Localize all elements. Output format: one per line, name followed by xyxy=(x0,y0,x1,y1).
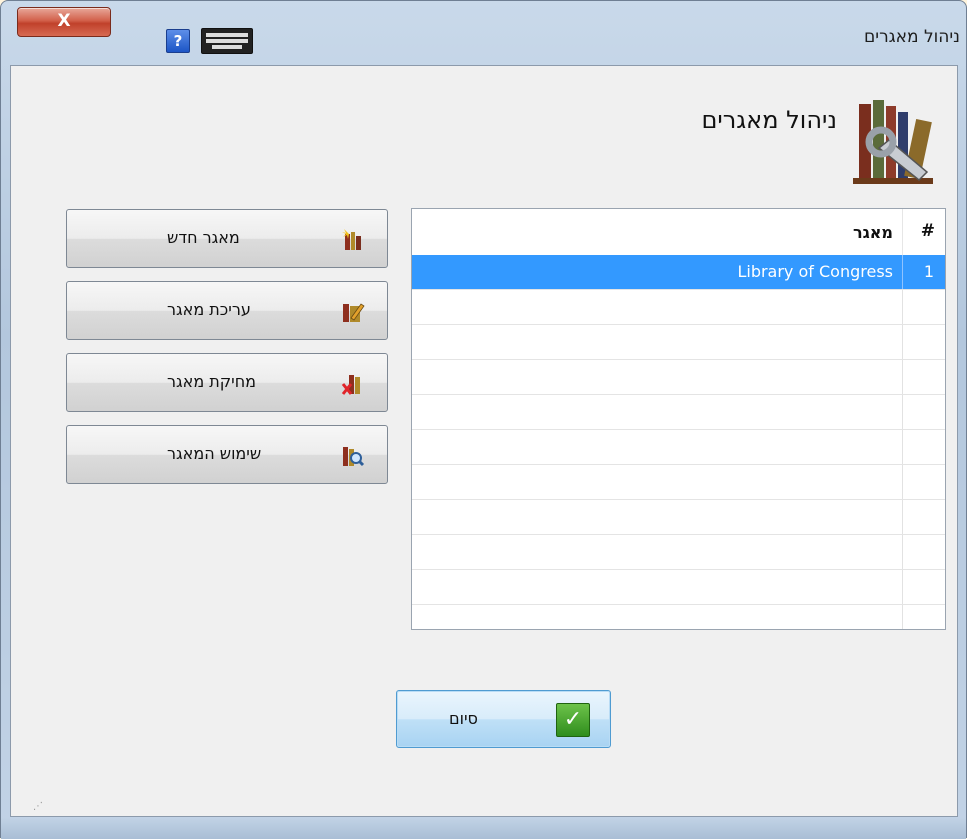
cell-divider xyxy=(902,395,903,429)
table-row[interactable]: Library of Congress 1 xyxy=(412,255,945,290)
libraries-table[interactable]: מאגר # Library of Congress 1 xyxy=(411,208,946,630)
window-bottom-border xyxy=(1,817,966,839)
new-library-button[interactable]: מאגר חדש xyxy=(66,209,388,268)
use-library-icon xyxy=(343,447,365,467)
cell-divider xyxy=(902,570,903,604)
window-title: ניהול מאגרים xyxy=(863,27,960,47)
cell-library-name: Library of Congress xyxy=(737,262,893,281)
edit-library-button[interactable]: עריכת מאגר xyxy=(66,281,388,340)
cell-divider xyxy=(902,535,903,569)
cell-divider xyxy=(902,500,903,534)
table-row-empty[interactable] xyxy=(412,360,945,395)
table-row-empty[interactable] xyxy=(412,325,945,360)
resize-grip-icon[interactable]: ⋰ xyxy=(33,801,43,812)
main-window: X ? ניהול מאגרים ניהול מאגרים מאגר # Lib… xyxy=(0,0,967,839)
table-row-empty[interactable] xyxy=(412,605,945,629)
table-row-empty[interactable] xyxy=(412,535,945,570)
checkmark-icon: ✓ xyxy=(556,703,590,737)
table-header: מאגר # xyxy=(412,209,945,253)
close-button[interactable]: X xyxy=(17,7,111,37)
table-row-empty[interactable] xyxy=(412,290,945,325)
delete-library-button[interactable]: מחיקת מאגר xyxy=(66,353,388,412)
finish-button[interactable]: סיום ✓ xyxy=(396,690,611,748)
table-row-empty[interactable] xyxy=(412,570,945,605)
use-library-button[interactable]: שימוש המאגר xyxy=(66,425,388,484)
keyboard-icon[interactable] xyxy=(201,28,253,54)
cell-divider xyxy=(902,255,903,289)
table-body: Library of Congress 1 xyxy=(412,255,945,629)
cell-number: 1 xyxy=(923,262,934,281)
delete-library-icon xyxy=(341,375,360,395)
cell-divider xyxy=(902,325,903,359)
delete-library-label: מחיקת מאגר xyxy=(167,372,257,391)
column-header-name[interactable]: מאגר xyxy=(853,223,893,242)
finish-label: סיום xyxy=(449,709,478,728)
library-tools-icon xyxy=(853,100,933,184)
page-title: ניהול מאגרים xyxy=(701,106,837,134)
table-row-empty[interactable] xyxy=(412,395,945,430)
cell-divider xyxy=(902,360,903,394)
table-row-empty[interactable] xyxy=(412,465,945,500)
cell-divider xyxy=(902,290,903,324)
help-icon[interactable]: ? xyxy=(166,29,190,53)
table-row-empty[interactable] xyxy=(412,500,945,535)
edit-library-label: עריכת מאגר xyxy=(167,300,251,319)
new-library-icon xyxy=(342,229,361,250)
new-library-label: מאגר חדש xyxy=(167,228,240,247)
table-row-empty[interactable] xyxy=(412,430,945,465)
cell-divider xyxy=(902,430,903,464)
use-library-label: שימוש המאגר xyxy=(167,444,262,463)
cell-divider xyxy=(902,605,903,629)
title-bar[interactable]: X ? ניהול מאגרים xyxy=(1,1,966,65)
column-header-number[interactable]: # xyxy=(921,221,935,241)
dialog-body: ניהול מאגרים מאגר # Library of Congress … xyxy=(10,65,958,817)
edit-library-icon xyxy=(343,303,365,322)
cell-divider xyxy=(902,465,903,499)
